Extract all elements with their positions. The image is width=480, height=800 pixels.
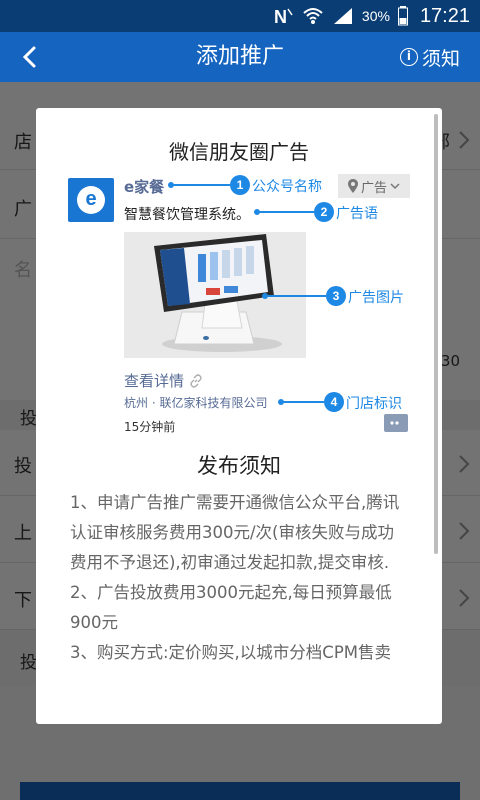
app-header: 添加推广 i 须知 <box>0 32 480 82</box>
annotation-line <box>172 184 230 186</box>
more-dots-icon <box>390 421 399 425</box>
annotation-line <box>266 295 326 297</box>
signal-icon <box>333 8 352 24</box>
info-icon: i <box>399 48 418 66</box>
comment-button[interactable] <box>384 414 408 432</box>
store-location: 杭州 · 联亿家科技有限公司 <box>124 396 268 410</box>
svg-text:N: N <box>274 7 287 26</box>
view-details-link[interactable]: 查看详情 <box>124 370 203 391</box>
annotation-number: 2 <box>314 202 334 222</box>
location-pin-icon <box>347 179 358 193</box>
nfc-icon: N <box>274 7 293 26</box>
ad-tag: 广告 <box>338 174 410 198</box>
ad-preview-dialog: 微信朋友圈广告 e e家餐 广告 智慧餐饮管理系统。 查看详情 杭州 · 联亿家… <box>36 108 442 724</box>
notice-title: 发布须知 <box>197 454 281 478</box>
chevron-down-icon <box>390 183 400 190</box>
notice-item: 1、申请广告推广需要开通微信公众平台,腾讯认证审核服务费用300元/次(审核失败… <box>70 493 400 572</box>
annotation-label: 门店标识 <box>346 396 402 412</box>
account-avatar: e <box>68 178 114 222</box>
account-name: e家餐 <box>124 178 165 196</box>
annotation-number: 4 <box>324 392 344 412</box>
annotation-label: 公众号名称 <box>252 179 322 195</box>
clock: 17:21 <box>419 4 470 27</box>
annotation-label: 广告语 <box>336 206 378 222</box>
notice-button[interactable]: i 须知 <box>399 32 460 82</box>
post-time: 15分钟前 <box>124 420 176 434</box>
ad-description: 智慧餐饮管理系统。 <box>124 207 250 223</box>
annotation-number: 3 <box>326 286 346 306</box>
dialog-scrollbar[interactable] <box>434 114 438 554</box>
ad-tag-label: 广告 <box>360 180 387 196</box>
link-icon <box>190 373 202 388</box>
account-logo-letter: e <box>77 186 105 214</box>
notice-body: 1、申请广告推广需要开通微信公众平台,腾讯认证审核服务费用300元/次(审核失败… <box>70 488 410 668</box>
annotation-label: 广告图片 <box>348 290 404 306</box>
notice-item: 2、广告投放费用3000元起充,每日预算最低900元 <box>70 583 392 632</box>
battery-icon <box>397 6 408 26</box>
battery-percent: 30% <box>361 8 390 24</box>
notice-item: 3、购买方式:定价购买,以城市分档CPM售卖 <box>70 643 392 662</box>
notice-label: 须知 <box>421 47 460 70</box>
view-details-label: 查看详情 <box>124 372 185 390</box>
annotation-line <box>282 401 324 403</box>
annotation-number: 1 <box>230 175 250 195</box>
wifi-icon <box>303 8 323 24</box>
status-bar: N 30% 17:21 <box>0 0 480 32</box>
dialog-title: 微信朋友圈广告 <box>169 140 309 164</box>
annotation-line <box>258 211 314 213</box>
